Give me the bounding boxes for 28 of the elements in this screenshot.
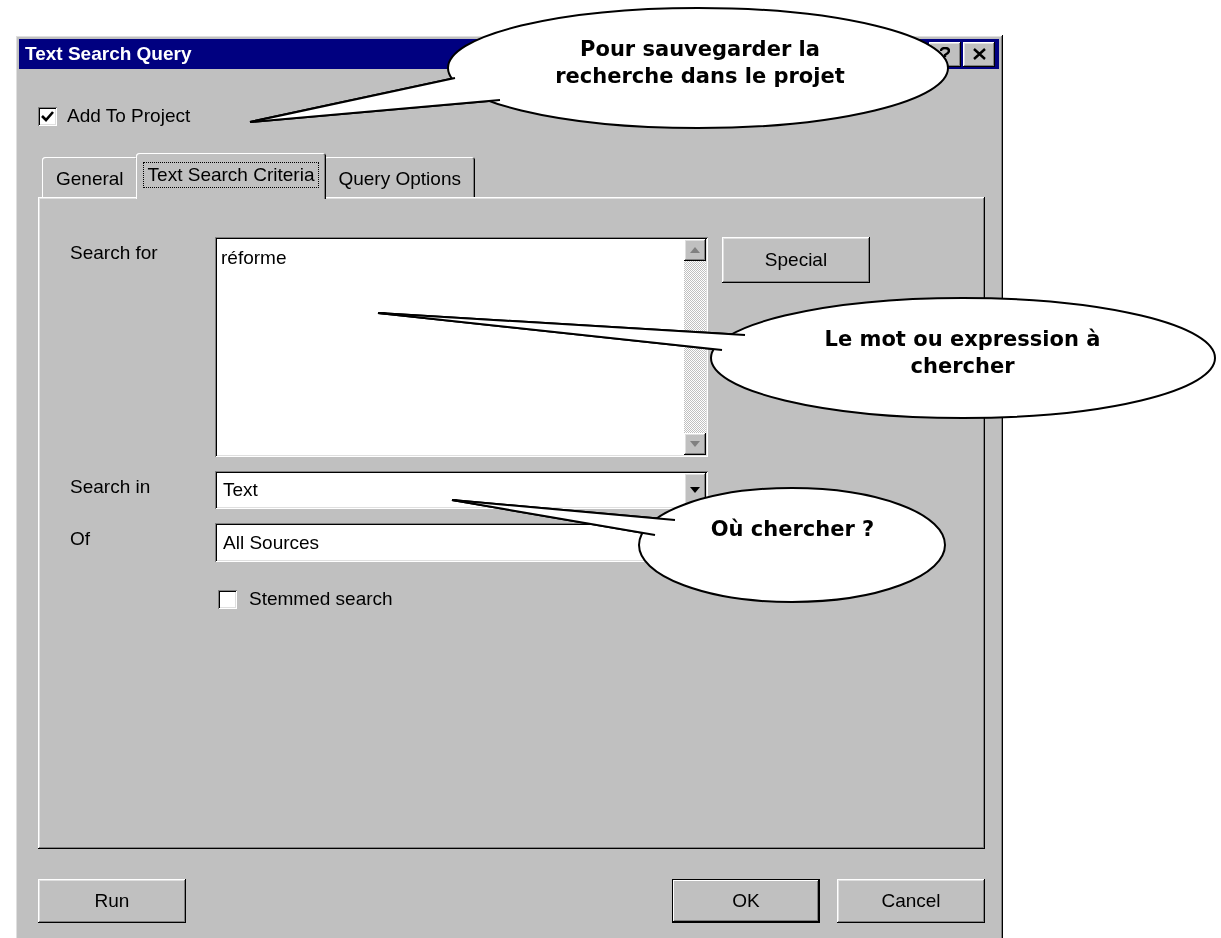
special-button[interactable]: Special	[722, 237, 870, 283]
dropdown-arrow-icon	[690, 487, 700, 493]
tab[interactable]: Text Search Criteria	[135, 153, 327, 199]
field-label: Search in	[70, 475, 152, 499]
dropdown-value: All Sources	[222, 531, 321, 554]
close-icon	[972, 48, 986, 60]
search-text: réforme	[220, 246, 288, 270]
close-button[interactable]	[963, 41, 995, 67]
field-label: Search for	[70, 241, 159, 265]
window-title: Text Search Query	[25, 43, 192, 65]
dialog-button[interactable]: Run	[38, 879, 186, 923]
stemmed-search-checkbox[interactable]	[218, 589, 237, 609]
up-arrow-icon	[690, 247, 700, 253]
down-arrow-icon	[690, 441, 700, 447]
tooltip-text: Pour sauvegarder la recherche dans le projet	[554, 36, 846, 91]
tooltip-text: Où chercher ?	[709, 516, 876, 543]
dropdown-value: Text	[222, 479, 259, 501]
check-mark-icon	[41, 110, 54, 122]
tab[interactable]: General	[42, 157, 138, 197]
checkbox-label: Stemmed search	[249, 588, 393, 610]
checkbox-label: Add To Project	[67, 105, 191, 127]
add-to-project-checkbox[interactable]	[38, 106, 57, 126]
dialog-button[interactable]: OK	[672, 879, 820, 923]
scrollbar[interactable]	[684, 239, 706, 455]
tooltip-text: Le mot ou expression à chercher	[823, 326, 1102, 381]
tab[interactable]: Query Options	[324, 157, 475, 197]
field-label: Of	[70, 527, 92, 551]
dialog-button[interactable]: Cancel	[837, 879, 985, 923]
